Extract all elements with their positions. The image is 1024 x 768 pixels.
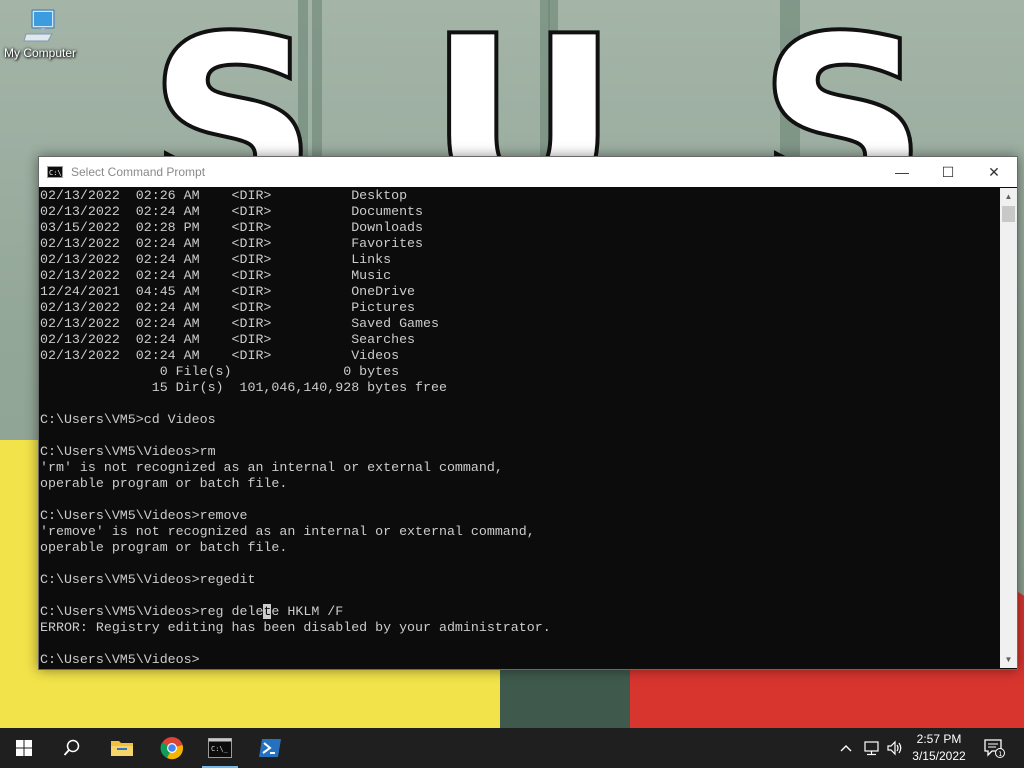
console-line: 15 Dir(s) 101,046,140,928 bytes free	[40, 380, 447, 395]
svg-text:C:\_: C:\_	[211, 745, 229, 753]
window-title: Select Command Prompt	[71, 165, 206, 179]
clock-time: 2:57 PM	[916, 732, 962, 746]
vertical-scrollbar[interactable]: ▲ ▼	[1000, 188, 1017, 668]
chrome-icon	[160, 737, 183, 760]
console-line: operable program or batch file.	[40, 476, 288, 491]
search-button[interactable]	[48, 728, 96, 768]
taskbar-clock[interactable]: 2:57 PM 3/15/2022	[900, 731, 978, 765]
window-controls: — ☐ ✕	[879, 157, 1017, 187]
console-line: 03/15/2022 02:28 PM <DIR> Downloads	[40, 220, 424, 235]
network-icon	[864, 741, 879, 756]
powershell-taskbar-button[interactable]	[246, 728, 294, 768]
console-line: 02/13/2022 02:24 AM <DIR> Videos	[40, 348, 400, 363]
console-line: 'remove' is not recognized as an interna…	[40, 524, 535, 539]
console-line: 02/13/2022 02:26 AM <DIR> Desktop	[40, 188, 408, 203]
chrome-button[interactable]	[148, 728, 196, 768]
desktop-icon-label: My Computer	[3, 46, 77, 60]
scroll-thumb[interactable]	[1002, 206, 1015, 222]
search-icon	[63, 739, 80, 756]
action-center-button[interactable]: 1	[982, 728, 1006, 768]
console-line: C:\Users\VM5\Videos>	[40, 652, 200, 667]
console-line: C:\Users\VM5>cd Videos	[40, 412, 216, 427]
console-line: 02/13/2022 02:24 AM <DIR> Links	[40, 252, 392, 267]
minimize-button[interactable]: —	[879, 157, 925, 187]
desktop-icon-my-computer[interactable]: My Computer	[0, 8, 80, 60]
console-line: C:\Users\VM5\Videos>reg delete HKLM /F	[39, 604, 999, 620]
console-line: 02/13/2022 02:24 AM <DIR> Music	[40, 268, 392, 283]
computer-icon	[22, 8, 58, 44]
command-prompt-window[interactable]: C:\_ Select Command Prompt — ☐ ✕ 02/13/2…	[38, 156, 1018, 670]
console-line: 02/13/2022 02:24 AM <DIR> Pictures	[40, 300, 416, 315]
console-line: C:\Users\VM5\Videos>remove	[40, 508, 248, 523]
close-button[interactable]: ✕	[971, 157, 1017, 187]
console-line: C:\Users\VM5\Videos>rm	[40, 444, 216, 459]
show-hidden-icons-button[interactable]	[836, 728, 856, 768]
command-prompt-taskbar-button[interactable]: C:\_	[196, 728, 244, 768]
clock-date: 3/15/2022	[912, 749, 966, 763]
console-line: 'rm' is not recognized as an internal or…	[40, 460, 503, 475]
console-line: 02/13/2022 02:24 AM <DIR> Searches	[40, 332, 416, 347]
file-explorer-button[interactable]	[98, 728, 146, 768]
console-line: 0 File(s) 0 bytes	[40, 364, 400, 379]
chevron-up-icon	[840, 745, 852, 752]
taskbar: C:\_ 2:57 PM 3/15/2022 1	[0, 728, 1024, 768]
start-button[interactable]	[0, 728, 48, 768]
console-line: 02/13/2022 02:24 AM <DIR> Saved Games	[40, 316, 439, 331]
folder-icon	[111, 741, 133, 756]
powershell-icon	[259, 739, 281, 757]
console-output[interactable]: 02/13/2022 02:26 AM <DIR> Desktop 02/13/2…	[39, 188, 999, 668]
notification-count: 1	[998, 750, 1002, 758]
console-line: ERROR: Registry editing has been disable…	[40, 620, 551, 635]
console-line: 12/24/2021 04:45 AM <DIR> OneDrive	[40, 284, 416, 299]
network-button[interactable]	[860, 728, 882, 768]
console-line: 02/13/2022 02:24 AM <DIR> Documents	[40, 204, 424, 219]
notification-icon: 1	[984, 739, 1005, 758]
console-line: operable program or batch file.	[40, 540, 288, 555]
title-bar[interactable]: C:\_ Select Command Prompt — ☐ ✕	[39, 157, 1017, 187]
cmd-icon: C:\_	[47, 166, 66, 178]
cmd-icon: C:\_	[208, 738, 232, 758]
console-line: C:\Users\VM5\Videos>regedit	[40, 572, 256, 587]
windows-icon	[16, 740, 32, 756]
maximize-button[interactable]: ☐	[925, 157, 971, 187]
scroll-down-arrow-icon[interactable]: ▼	[1000, 651, 1017, 668]
console-text: e HKLM /F	[271, 604, 344, 619]
console-line: 02/13/2022 02:24 AM <DIR> Favorites	[40, 236, 424, 251]
scroll-up-arrow-icon[interactable]: ▲	[1000, 188, 1017, 205]
console-text: C:\Users\VM5\Videos>reg dele	[40, 604, 264, 619]
